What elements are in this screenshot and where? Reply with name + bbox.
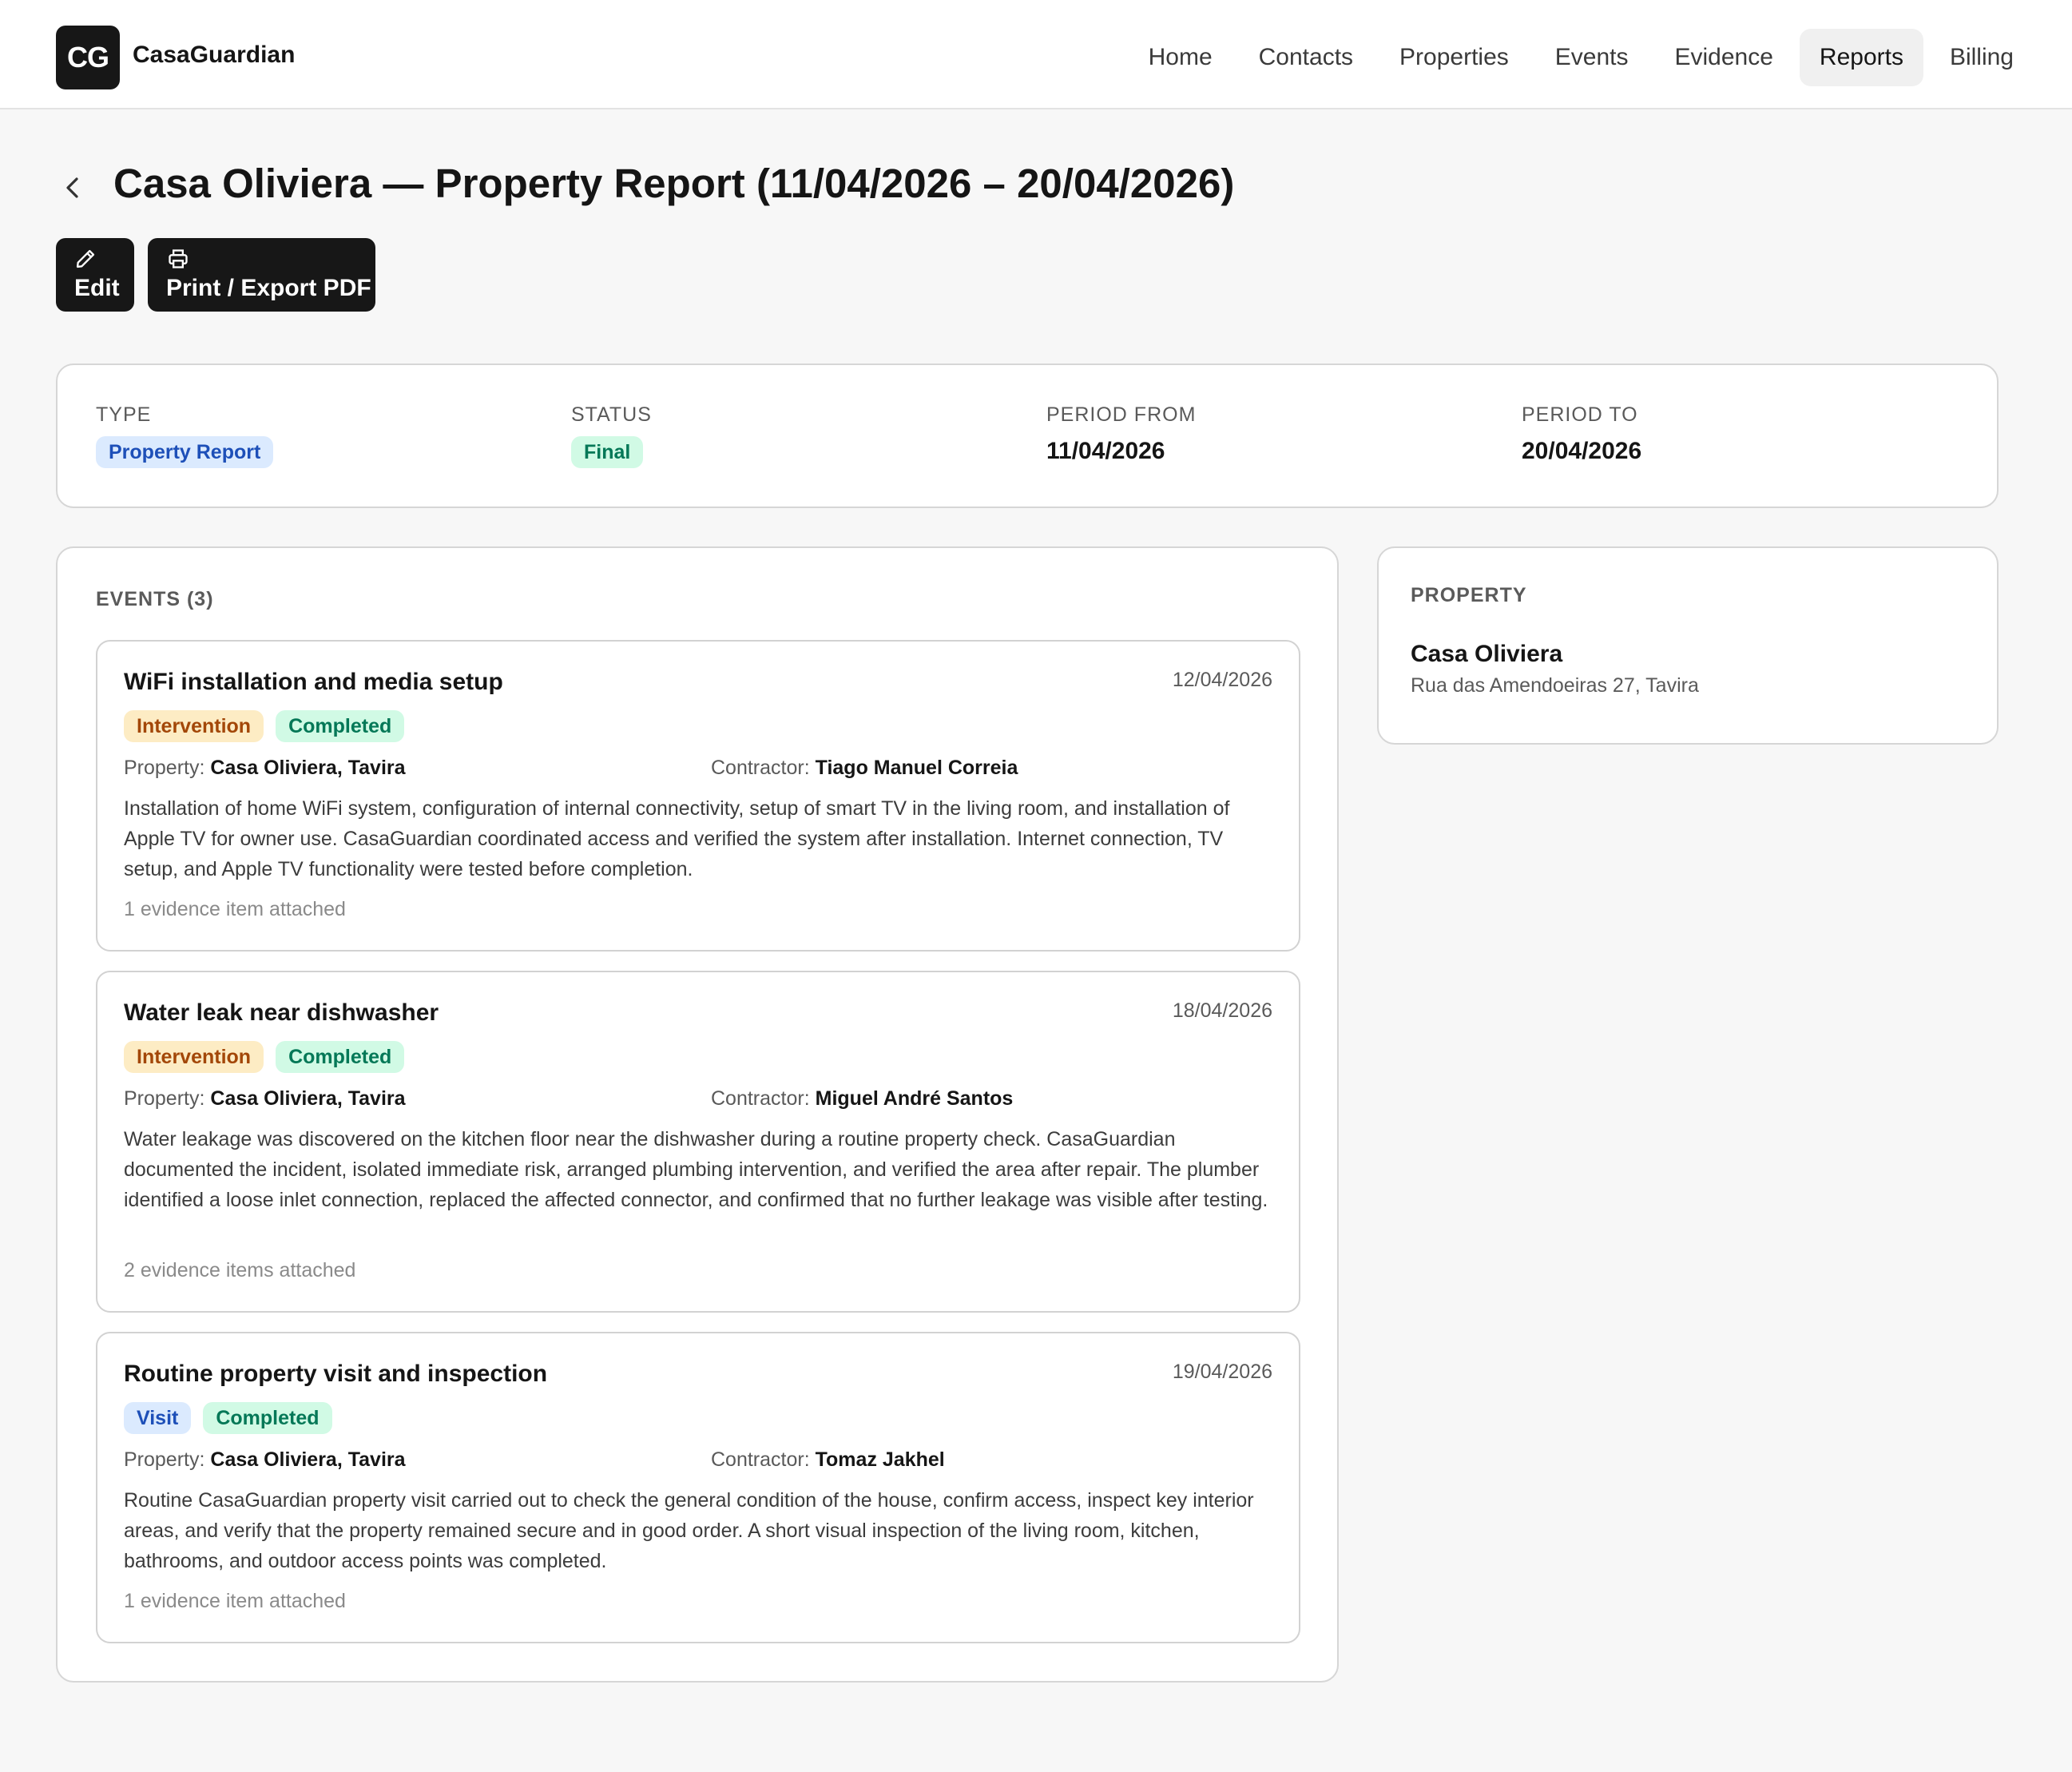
property-heading: PROPERTY	[1411, 584, 1527, 606]
event-title: WiFi installation and media setup	[124, 669, 503, 695]
edit-button[interactable]: Edit	[56, 238, 134, 312]
event-date: 12/04/2026	[1172, 669, 1272, 691]
nav-item-evidence[interactable]: Evidence	[1654, 29, 1792, 86]
event-date: 18/04/2026	[1172, 999, 1272, 1022]
period-to-value: 20/04/2026	[1522, 438, 1642, 464]
event-evidence-count[interactable]: 2 evidence items attached	[124, 1259, 355, 1282]
event-date: 19/04/2026	[1172, 1361, 1272, 1383]
event-contractor: Contractor: Miguel André Santos	[711, 1087, 1013, 1110]
property-name[interactable]: Casa Oliviera	[1411, 641, 1562, 668]
report-summary-card: TYPE Property Report STATUS Final PERIOD…	[56, 364, 1999, 508]
period-from-value: 11/04/2026	[1046, 438, 1165, 464]
events-heading: EVENTS (3)	[96, 588, 214, 610]
nav-item-contacts[interactable]: Contacts	[1239, 29, 1373, 86]
nav-item-reports[interactable]: Reports	[1799, 29, 1923, 86]
event-title: Routine property visit and inspection	[124, 1361, 548, 1387]
summary-type: TYPE Property Report	[96, 403, 274, 468]
contractor-label: Contractor:	[711, 1448, 810, 1471]
event-evidence-count[interactable]: 1 evidence item attached	[124, 1590, 346, 1613]
event-status-badge: Completed	[276, 1041, 405, 1073]
back-button[interactable]	[59, 168, 86, 208]
top-navigation-bar: CG CasaGuardian Home Contacts Properties…	[0, 0, 2072, 109]
event-status-badge: Completed	[203, 1402, 332, 1434]
event-property: Property: Casa Oliviera, Tavira	[124, 1087, 406, 1110]
nav-item-properties[interactable]: Properties	[1379, 29, 1529, 86]
event-tags: Visit Completed	[124, 1402, 332, 1434]
event-property: Property: Casa Oliviera, Tavira	[124, 1448, 406, 1472]
property-value: Casa Oliviera, Tavira	[210, 1087, 406, 1110]
property-address: Rua das Amendoeiras 27, Tavira	[1411, 674, 1699, 697]
print-button-label: Print / Export PDF	[166, 275, 371, 301]
event-category-badge: Intervention	[124, 710, 264, 742]
logo[interactable]: CG	[56, 26, 120, 89]
event-title: Water leak near dishwasher	[124, 999, 439, 1026]
contractor-value: Miguel André Santos	[815, 1087, 1014, 1110]
print-export-pdf-button[interactable]: Print / Export PDF	[148, 238, 375, 312]
event-category-badge: Visit	[124, 1402, 192, 1434]
event-property: Property: Casa Oliviera, Tavira	[124, 757, 406, 780]
brand-name[interactable]: CasaGuardian	[133, 42, 295, 69]
event-tags: Intervention Completed	[124, 710, 405, 742]
summary-period-from: PERIOD FROM 11/04/2026	[1046, 403, 1196, 465]
event-tags: Intervention Completed	[124, 1041, 405, 1073]
chevron-left-icon	[66, 177, 78, 198]
event-category-badge: Intervention	[124, 1041, 264, 1073]
nav-item-home[interactable]: Home	[1129, 29, 1232, 86]
event-card[interactable]: Water leak near dishwasher 18/04/2026 In…	[96, 971, 1300, 1313]
nav-item-events[interactable]: Events	[1535, 29, 1649, 86]
event-contractor: Contractor: Tomaz Jakhel	[711, 1448, 945, 1472]
event-description: Water leakage was discovered on the kitc…	[124, 1128, 1268, 1211]
property-card[interactable]: PROPERTY Casa Oliviera Rua das Amendoeir…	[1377, 546, 1999, 745]
event-card[interactable]: WiFi installation and media setup 12/04/…	[96, 640, 1300, 952]
event-evidence-count[interactable]: 1 evidence item attached	[124, 898, 346, 921]
contractor-label: Contractor:	[711, 757, 810, 779]
type-badge: Property Report	[96, 436, 274, 468]
type-label: TYPE	[96, 403, 152, 426]
main-nav: Home Contacts Properties Events Evidence…	[1129, 29, 2034, 86]
summary-status: STATUS Final	[571, 403, 652, 468]
event-description: Installation of home WiFi system, config…	[124, 797, 1230, 880]
period-from-label: PERIOD FROM	[1046, 403, 1197, 426]
contractor-label: Contractor:	[711, 1087, 810, 1110]
contractor-value: Tomaz Jakhel	[815, 1448, 945, 1471]
event-description: Routine CasaGuardian property visit carr…	[124, 1489, 1254, 1572]
status-label: STATUS	[571, 403, 652, 426]
property-label: Property:	[124, 757, 205, 779]
edit-button-label: Edit	[74, 275, 120, 301]
contractor-value: Tiago Manuel Correia	[815, 757, 1018, 779]
status-badge: Final	[571, 436, 644, 468]
property-label: Property:	[124, 1087, 205, 1110]
property-label: Property:	[124, 1448, 205, 1471]
event-card[interactable]: Routine property visit and inspection 19…	[96, 1332, 1300, 1643]
events-section: EVENTS (3) WiFi installation and media s…	[56, 546, 1339, 1683]
printer-icon	[166, 248, 357, 272]
property-value: Casa Oliviera, Tavira	[210, 757, 406, 779]
summary-period-to: PERIOD TO 20/04/2026	[1522, 403, 1641, 465]
event-status-badge: Completed	[276, 710, 405, 742]
event-contractor: Contractor: Tiago Manuel Correia	[711, 757, 1018, 780]
period-to-label: PERIOD TO	[1522, 403, 1638, 426]
page-title: Casa Oliviera — Property Report (11/04/2…	[113, 161, 1235, 206]
property-value: Casa Oliviera, Tavira	[210, 1448, 406, 1471]
pencil-icon	[74, 248, 116, 272]
nav-item-billing[interactable]: Billing	[1930, 29, 2034, 86]
